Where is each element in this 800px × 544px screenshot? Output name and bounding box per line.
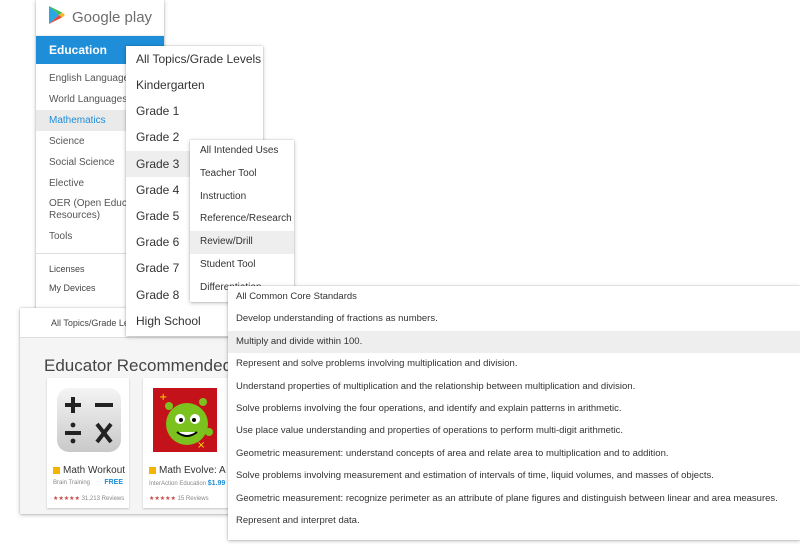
intended-use-dropdown: All Intended Uses Teacher Tool Instructi… [190, 140, 294, 302]
standard-option[interactable]: Represent and solve problems involving m… [228, 353, 800, 375]
use-option[interactable]: Student Tool [190, 254, 294, 277]
standard-option[interactable]: Solve problems involving the four operat… [228, 398, 800, 420]
use-option[interactable]: Teacher Tool [190, 163, 294, 186]
standard-option[interactable]: Understand properties of multiplication … [228, 376, 800, 398]
app-price[interactable]: FREE [104, 479, 123, 486]
standard-option[interactable]: Solve problems involving measurement and… [228, 465, 800, 487]
standard-option-selected[interactable]: Multiply and divide within 100. [228, 330, 800, 354]
use-option[interactable]: All Intended Uses [190, 140, 294, 163]
grade-option[interactable]: Grade 1 [126, 98, 263, 124]
app-rating: ★★★★★ 31,213 Reviews [53, 496, 125, 502]
grade-option[interactable]: All Topics/Grade Levels [126, 46, 263, 72]
use-option[interactable]: Instruction [190, 186, 294, 209]
editors-choice-icon [53, 466, 60, 474]
svg-text:×: × [197, 440, 205, 451]
math-workout-icon [57, 388, 121, 452]
editors-choice-icon [149, 466, 156, 474]
app-card-math-workout[interactable]: Math Workout Brain Training FREE ★★★★★ 3… [47, 378, 129, 508]
standard-option[interactable]: Geometric measurement: recognize perimet… [228, 488, 800, 510]
app-name: Math Workout [53, 465, 125, 476]
app-rating: ★★★★★ 15 Reviews [149, 496, 209, 502]
app-developer: Brain Training [53, 480, 91, 486]
google-play-logo[interactable]: Google play [36, 0, 164, 36]
rating-stars-icon: ★★★★★ [53, 496, 80, 502]
math-evolve-icon: + × [153, 388, 217, 452]
rating-stars-icon: ★★★★★ [149, 496, 176, 502]
app-price[interactable]: $1.99 [208, 480, 226, 487]
standard-option[interactable]: Develop understanding of fractions as nu… [228, 308, 800, 330]
play-store-icon [48, 5, 66, 30]
standard-option[interactable]: Use place value understanding and proper… [228, 420, 800, 442]
svg-text:+: + [159, 392, 167, 403]
standard-option[interactable]: Represent and interpret data. [228, 510, 800, 532]
use-option-selected[interactable]: Review/Drill [190, 231, 294, 254]
grade-option[interactable]: Kindergarten [126, 72, 263, 98]
common-core-standards-dropdown: All Common Core Standards Develop unders… [228, 286, 800, 540]
standard-option[interactable]: All Common Core Standards [228, 286, 800, 308]
standard-option[interactable]: Geometric measurement: understand concep… [228, 443, 800, 465]
use-option[interactable]: Reference/Research [190, 208, 294, 231]
logo-text: Google play [72, 9, 153, 26]
app-developer: InterAction Education $1.99 [149, 480, 226, 487]
